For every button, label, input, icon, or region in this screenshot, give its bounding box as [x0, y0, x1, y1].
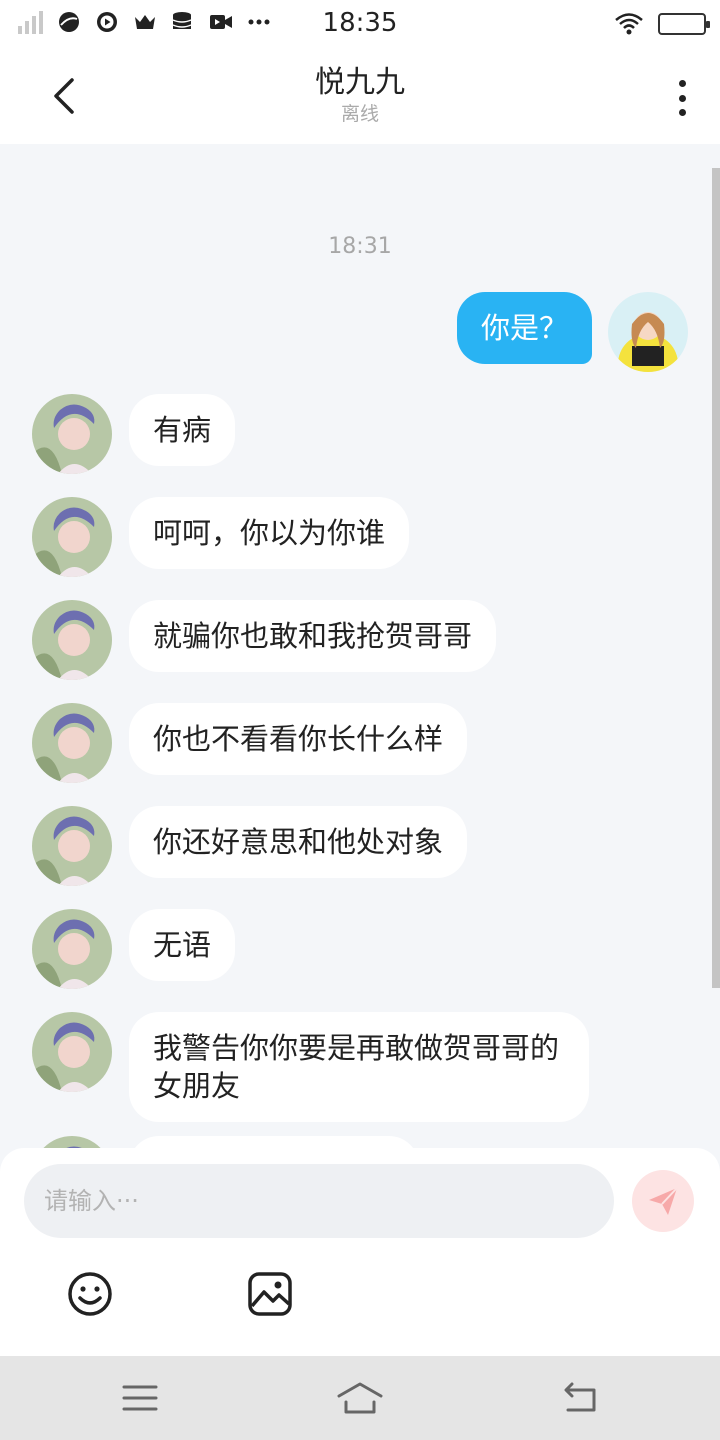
header-title-group: 悦九九 离线	[0, 64, 720, 126]
message-bubble-incoming[interactable]: 你也不看看你长什么样	[129, 703, 468, 775]
contact-avatar[interactable]	[32, 909, 112, 989]
scrollbar[interactable]	[712, 168, 720, 988]
system-nav-bar	[0, 1356, 720, 1440]
contact-avatar[interactable]	[32, 1136, 112, 1148]
message-bubble-incoming[interactable]: 无语	[129, 909, 236, 981]
status-right-icons	[614, 12, 710, 36]
send-button[interactable]	[632, 1170, 694, 1232]
back-icon[interactable]	[558, 1378, 602, 1418]
contact-avatar[interactable]	[32, 806, 112, 886]
status-bar: 18:35	[0, 0, 720, 50]
contact-avatar[interactable]	[32, 497, 112, 577]
contact-name: 悦九九	[315, 65, 405, 100]
image-icon[interactable]	[246, 1270, 294, 1318]
message-bubble-incoming[interactable]: 有病	[129, 394, 236, 466]
message-input[interactable]	[24, 1164, 614, 1238]
more-vertical-icon[interactable]	[670, 76, 694, 120]
message-list[interactable]: 18:31 你是？ 有病 呵呵，你以为你谁 就骗你也敢和我抢贺哥哥 你也不看看你…	[0, 144, 720, 1148]
message-bubble-outgoing[interactable]: 你是？	[456, 292, 592, 364]
message-bubble-incoming[interactable]: 我警告你你要是再敢做贺哥哥的女朋友	[129, 1012, 589, 1122]
status-time: 18:35	[322, 8, 398, 38]
my-avatar[interactable]	[608, 292, 688, 372]
home-icon[interactable]	[336, 1378, 384, 1418]
composer-panel	[0, 1148, 720, 1356]
battery-icon	[658, 13, 710, 35]
contact-avatar[interactable]	[32, 1012, 112, 1092]
contact-avatar[interactable]	[32, 600, 112, 680]
message-bubble-incoming-partial[interactable]	[129, 1136, 419, 1148]
message-bubble-incoming[interactable]: 呵呵，你以为你谁	[129, 497, 410, 569]
message-bubble-incoming[interactable]: 就骗你也敢和我抢贺哥哥	[129, 600, 497, 672]
emoji-icon[interactable]	[66, 1270, 114, 1318]
menu-icon[interactable]	[118, 1378, 162, 1418]
message-bubble-incoming[interactable]: 你还好意思和他处对象	[129, 806, 468, 878]
message-timestamp: 18:31	[328, 234, 392, 259]
send-icon	[649, 1187, 678, 1215]
contact-avatar[interactable]	[32, 394, 112, 474]
contact-status: 离线	[340, 103, 379, 125]
chat-header: 悦九九 离线	[0, 50, 720, 144]
contact-avatar[interactable]	[32, 703, 112, 783]
wifi-icon	[615, 13, 643, 35]
